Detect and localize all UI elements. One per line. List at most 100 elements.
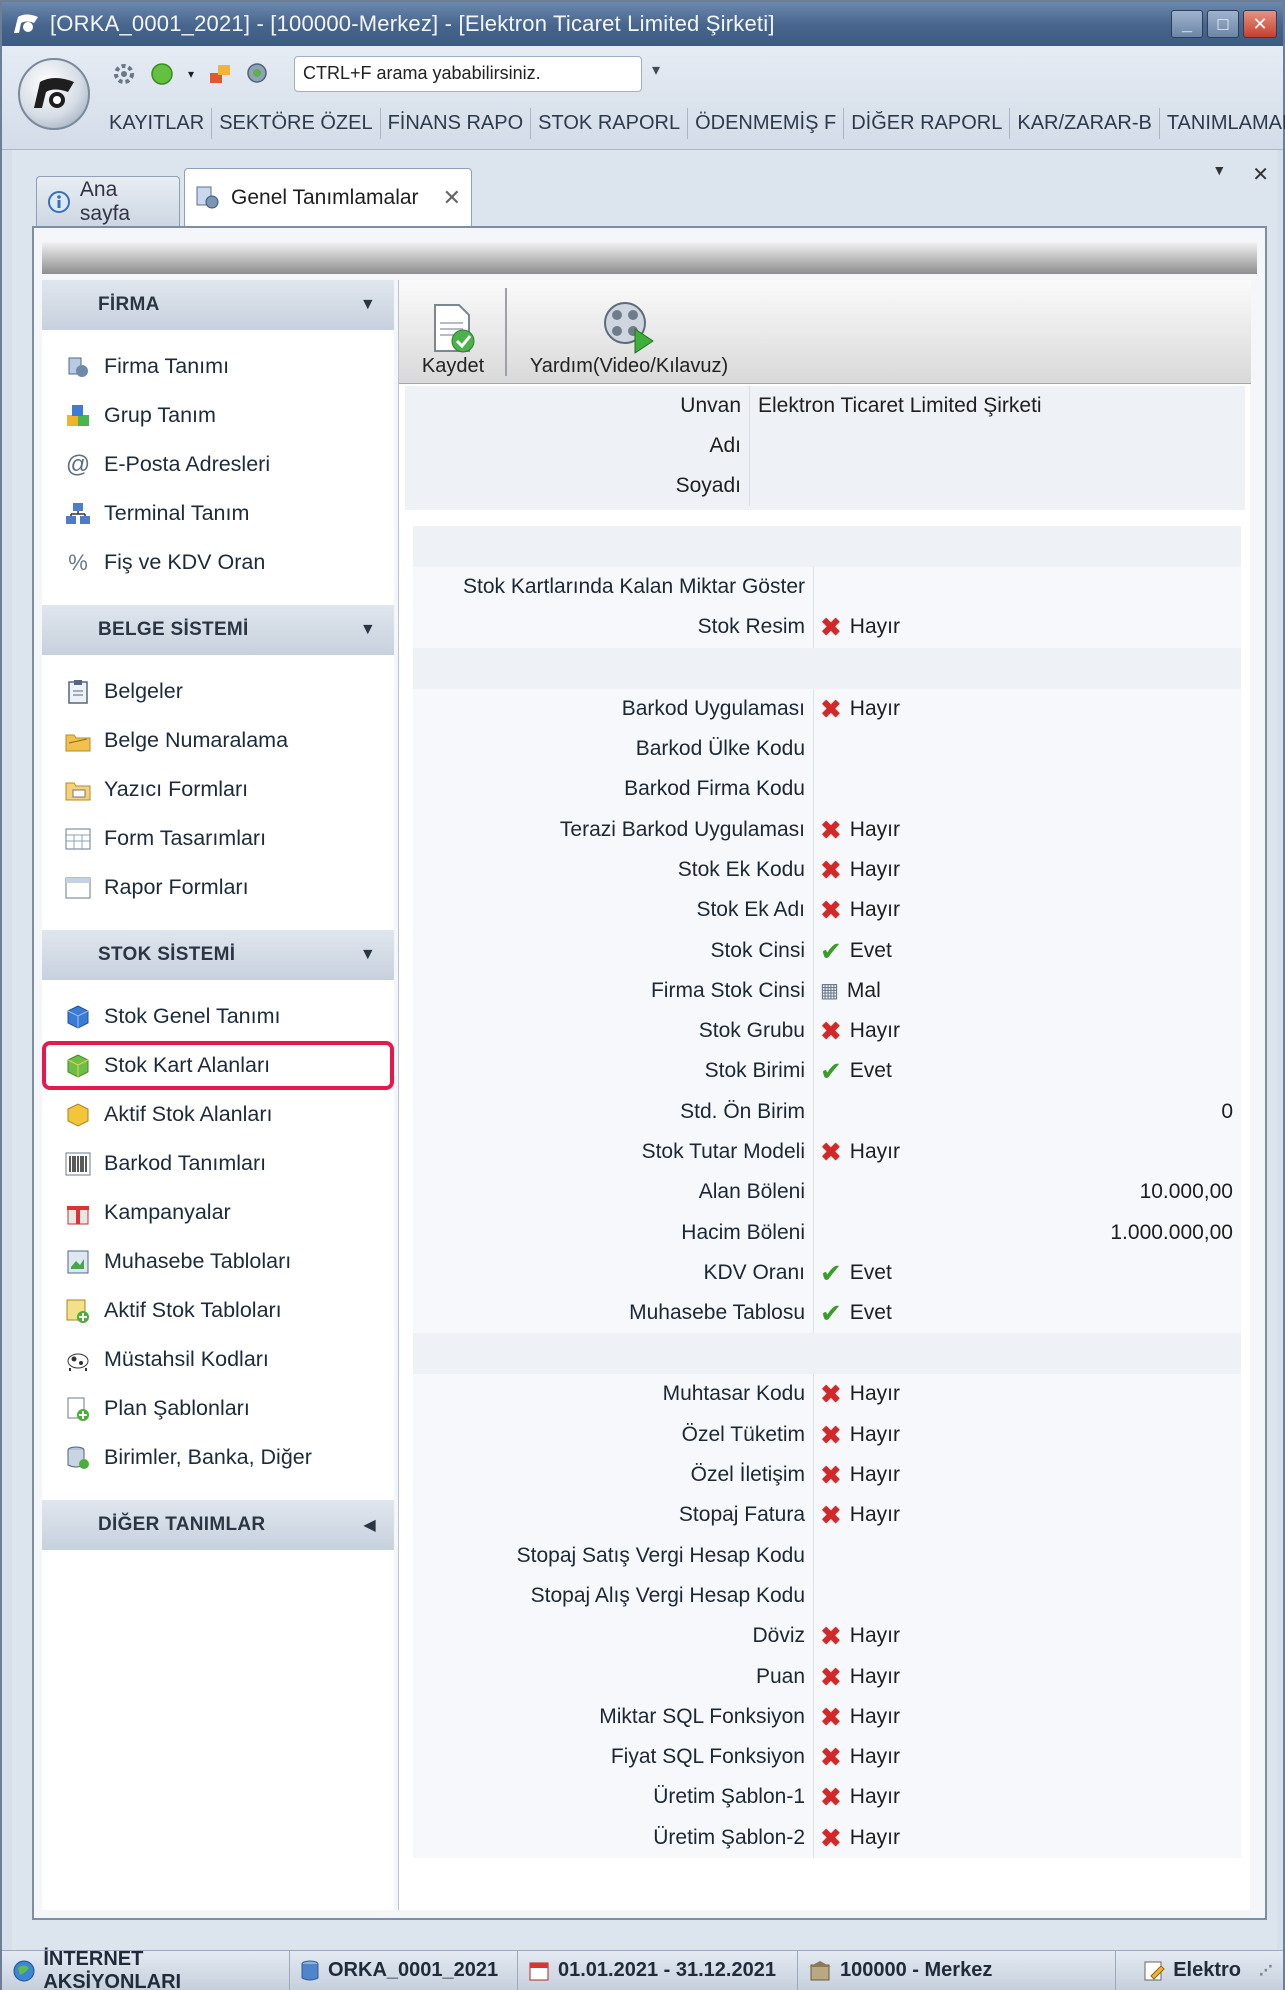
help-video-button[interactable]: Yardım(Video/Kılavuz) xyxy=(519,286,739,378)
menu-finans-rapor[interactable]: FİNANS RAPO xyxy=(381,108,532,139)
form-grid-icon xyxy=(64,825,92,853)
sidebar-item-mustahsil-kodlari[interactable]: Müstahsil Kodları xyxy=(42,1335,394,1384)
sidebar-item-eposta[interactable]: @ E-Posta Adresleri xyxy=(42,440,394,489)
property-value[interactable] xyxy=(813,1575,1241,1617)
tab-genel-tanimlamalar[interactable]: Genel Tanımlamalar ✕ xyxy=(184,168,472,226)
sidebar-item-plan-sablonlari[interactable]: Plan Şablonları xyxy=(42,1384,394,1433)
sidebar-item-yazici-formlari[interactable]: Yazıcı Formları xyxy=(42,765,394,814)
sidebar-item-barkod-tanimlari[interactable]: Barkod Tanımları xyxy=(42,1139,394,1188)
menu-odenmemis[interactable]: ÖDENMEMİŞ F xyxy=(688,108,845,139)
property-value[interactable]: 10.000,00 xyxy=(813,1172,1241,1213)
sidebar-item-belgeler[interactable]: Belgeler xyxy=(42,667,394,716)
property-value[interactable]: ✖ Hayır xyxy=(813,890,1241,931)
app-menu-orb-button[interactable] xyxy=(18,58,90,130)
group-firma-header[interactable]: FİRMA ▼ xyxy=(42,280,394,330)
menu-stok-rapor[interactable]: STOK RAPORL xyxy=(531,108,689,139)
sidebar-item-label: Barkod Tanımları xyxy=(104,1151,267,1175)
property-value[interactable]: ✖ Hayır xyxy=(813,1777,1241,1818)
globe-search-icon[interactable] xyxy=(244,60,272,88)
unvan-value[interactable]: Elektron Ticaret Limited Şirketi xyxy=(749,386,1245,426)
sidebar-item-terminal[interactable]: Terminal Tanım xyxy=(42,489,394,538)
property-value[interactable]: ✖ Hayır xyxy=(813,1414,1241,1455)
sidebar-item-muhasebe-tablolari[interactable]: Muhasebe Tabloları xyxy=(42,1237,394,1286)
property-value[interactable]: ▦ Mal xyxy=(813,970,1241,1011)
property-value[interactable]: ✔ Evet xyxy=(813,1051,1241,1092)
property-value[interactable]: ✖ Hayır xyxy=(813,1131,1241,1173)
sidebar-item-belge-numaralama[interactable]: Belge Numaralama xyxy=(42,716,394,765)
property-value[interactable]: ✖ Hayır xyxy=(813,1616,1241,1657)
sidebar: FİRMA ▼ Firma Tanımı Grup Tanım @ E-Post… xyxy=(42,280,394,1910)
menu-kar-zarar[interactable]: KAR/ZARAR-B xyxy=(1010,108,1160,139)
sidebar-item-form-tasarimlari[interactable]: Form Tasarımları xyxy=(42,814,394,863)
close-all-tabs-icon[interactable]: ✕ xyxy=(1252,162,1269,187)
menu-tanimlamalar[interactable]: TANIMLAMAL xyxy=(1160,108,1285,139)
property-value[interactable] xyxy=(813,567,1241,608)
property-value-text: 10.000,00 xyxy=(1139,1180,1233,1204)
sidebar-item-grup-tanim[interactable]: Grup Tanım xyxy=(42,391,394,440)
property-value-text: Evet xyxy=(849,1059,892,1083)
group-spacer xyxy=(413,526,1241,567)
tab-home[interactable]: Ana sayfa xyxy=(36,176,180,226)
sidebar-item-birimler-banka-diger[interactable]: Birimler, Banka, Diğer xyxy=(42,1433,394,1482)
search-input[interactable]: CTRL+F arama yababilirsiniz. xyxy=(294,56,642,92)
sidebar-item-fis-kdv[interactable]: % Fiş ve KDV Oran xyxy=(42,538,394,587)
property-value[interactable]: ✖ Hayır xyxy=(813,809,1241,850)
tools-icon[interactable] xyxy=(110,60,138,88)
property-value[interactable]: ✖ Hayır xyxy=(813,1696,1241,1738)
property-value[interactable]: ✖ Hayır xyxy=(813,1817,1241,1858)
save-button[interactable]: Kaydet xyxy=(413,286,493,378)
sidebar-item-stok-genel-tanimi[interactable]: Stok Genel Tanımı xyxy=(42,992,394,1041)
minimize-button[interactable]: _ xyxy=(1171,10,1203,38)
close-tab-icon[interactable]: ✕ xyxy=(443,185,461,211)
property-value[interactable]: 1.000.000,00 xyxy=(813,1212,1241,1253)
property-value[interactable]: ✖ Hayır xyxy=(813,1010,1241,1052)
property-value[interactable] xyxy=(813,728,1241,770)
property-label: Barkod Uygulaması xyxy=(621,696,805,720)
property-label: Özel İletişim xyxy=(690,1463,805,1487)
qat-customize-icon[interactable]: ▾ xyxy=(652,60,660,80)
close-window-button[interactable]: ✕ xyxy=(1243,10,1277,38)
sidebar-item-kampanyalar[interactable]: Kampanyalar xyxy=(42,1188,394,1237)
property-value[interactable]: ✖ Hayır xyxy=(813,688,1241,729)
property-value[interactable]: ✖ Hayır xyxy=(813,1656,1241,1697)
menu-kayitlar[interactable]: KAYITLAR xyxy=(102,108,213,139)
chevron-down-icon[interactable]: ▾ xyxy=(186,60,196,88)
group-diger-header[interactable]: DİĞER TANIMLAR ◀ xyxy=(42,1500,394,1550)
property-value[interactable]: ✔ Evet xyxy=(813,1252,1241,1294)
property-value[interactable]: ✔ Evet xyxy=(813,1293,1241,1334)
sidebar-item-aktif-stok-alanlari[interactable]: Aktif Stok Alanları xyxy=(42,1090,394,1139)
property-value[interactable] xyxy=(813,1535,1241,1576)
group-stok-header[interactable]: STOK SİSTEMİ ▼ xyxy=(42,930,394,980)
connect-icon[interactable] xyxy=(206,60,234,88)
property-value[interactable]: ✖ Hayır xyxy=(813,1454,1241,1496)
property-value[interactable]: ✖ Hayır xyxy=(813,1374,1241,1415)
property-value[interactable]: ✖ Hayır xyxy=(813,607,1241,648)
adi-value[interactable] xyxy=(749,426,1245,466)
property-value[interactable]: ✔ Evet xyxy=(813,930,1241,971)
property-value[interactable]: ✖ Hayır xyxy=(813,1495,1241,1536)
menu-sektore-ozel[interactable]: SEKTÖRE ÖZEL xyxy=(212,108,381,139)
group-belge-header[interactable]: BELGE SİSTEMİ ▼ xyxy=(42,605,394,655)
property-label: Std. Ön Birim xyxy=(680,1099,805,1123)
property-value[interactable] xyxy=(813,769,1241,810)
save-label: Kaydet xyxy=(421,355,485,377)
status-green-icon[interactable] xyxy=(148,60,176,88)
status-internet[interactable]: İNTERNET AKSİYONLARI xyxy=(2,1948,290,1990)
soyadi-value[interactable] xyxy=(749,466,1245,506)
window-icon xyxy=(64,874,92,902)
maximize-button[interactable]: □ xyxy=(1207,10,1239,38)
tab-list-dropdown-icon[interactable]: ▼ xyxy=(1212,162,1226,187)
sidebar-item-aktif-stok-tablolari[interactable]: Aktif Stok Tabloları xyxy=(42,1286,394,1335)
sidebar-item-label: Müstahsil Kodları xyxy=(104,1347,269,1371)
property-value[interactable]: ✖ Hayır xyxy=(813,849,1241,891)
sidebar-item-firma-tanimi[interactable]: Firma Tanımı xyxy=(42,342,394,391)
property-value[interactable]: ✖ Hayır xyxy=(813,1737,1241,1778)
menu-diger-rapor[interactable]: DİĞER RAPORL xyxy=(844,108,1011,139)
property-value-text: 1.000.000,00 xyxy=(1110,1220,1233,1244)
sidebar-item-rapor-formlari[interactable]: Rapor Formları xyxy=(42,863,394,912)
printer-folder-icon xyxy=(64,776,92,804)
property-value-text: Evet xyxy=(849,1301,892,1325)
property-value[interactable]: 0 xyxy=(813,1091,1241,1132)
resize-grip-icon[interactable]: ⋰ xyxy=(1259,1962,1273,1979)
sidebar-item-stok-kart-alanlari[interactable]: Stok Kart Alanları xyxy=(42,1041,394,1090)
